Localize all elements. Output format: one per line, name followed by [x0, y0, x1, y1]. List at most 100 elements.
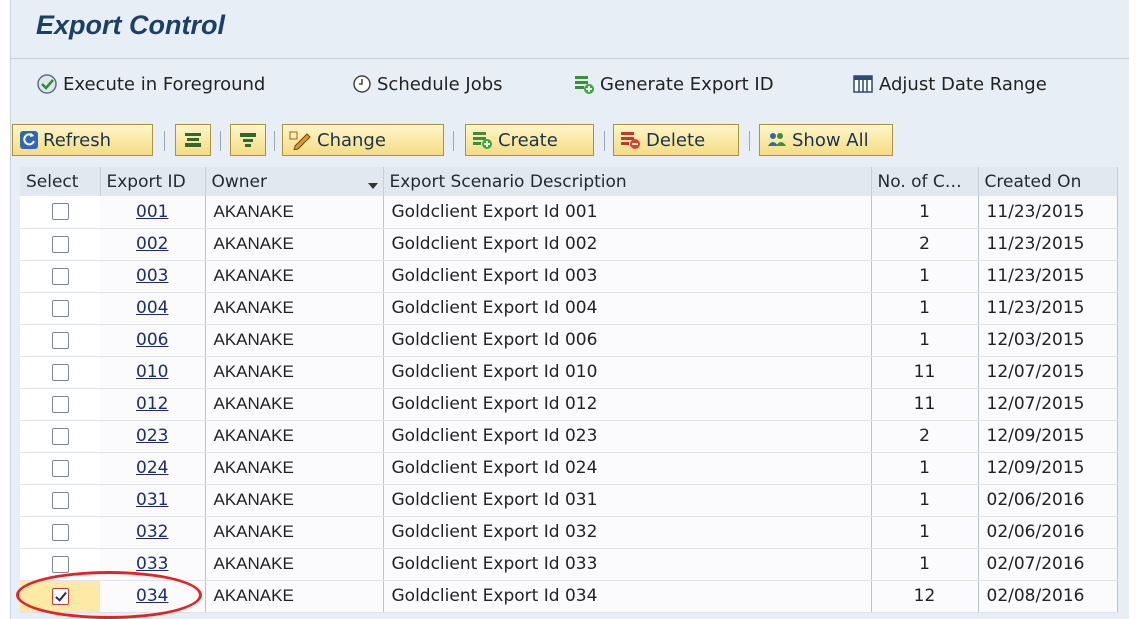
export-id-link[interactable]: 032: [136, 522, 168, 542]
export-id-link[interactable]: 006: [136, 330, 168, 350]
export-id-cell[interactable]: 004: [100, 292, 206, 325]
select-cell[interactable]: [20, 292, 100, 325]
select-cell[interactable]: [20, 260, 100, 293]
owner-cell: AKANAKE: [205, 548, 384, 581]
table-row[interactable]: 002 AKANAKE Goldclient Export Id 002 2 11/23…: [20, 228, 1118, 261]
created-on-cell: 11/23/2015: [978, 228, 1118, 261]
select-cell[interactable]: [20, 228, 100, 261]
generate-export-id-button[interactable]: Generate Export ID: [573, 70, 774, 98]
export-id-cell[interactable]: 012: [100, 388, 206, 421]
table-row[interactable]: 010 AKANAKE Goldclient Export Id 010 11 12/0…: [20, 356, 1118, 389]
row-select-checkbox[interactable]: [51, 331, 69, 349]
select-cell[interactable]: [20, 452, 100, 485]
export-id-cell[interactable]: 031: [100, 484, 206, 517]
export-id-cell[interactable]: 034: [100, 580, 206, 613]
export-id-cell[interactable]: 001: [100, 196, 206, 229]
export-id-link[interactable]: 010: [136, 362, 168, 382]
table-row[interactable]: 012 AKANAKE Goldclient Export Id 012 11 12/0…: [20, 388, 1118, 421]
export-id-link[interactable]: 001: [136, 202, 168, 222]
refresh-button[interactable]: Refresh: [12, 124, 153, 156]
export-id-cell[interactable]: 023: [100, 420, 206, 453]
export-id-link[interactable]: 003: [136, 266, 168, 286]
select-cell[interactable]: [20, 388, 100, 421]
export-id-link[interactable]: 002: [136, 234, 168, 254]
adjust-date-range-button[interactable]: Adjust Date Range: [852, 70, 1047, 98]
description-cell: Goldclient Export Id 012: [383, 388, 872, 421]
owner-cell: AKANAKE: [205, 516, 384, 549]
table-row[interactable]: 024 AKANAKE Goldclient Export Id 024 1 12/09…: [20, 452, 1118, 485]
export-id-link[interactable]: 033: [136, 554, 168, 574]
select-cell[interactable]: [20, 196, 100, 229]
show-all-button[interactable]: Show All: [759, 124, 893, 156]
export-id-cell[interactable]: 024: [100, 452, 206, 485]
users-icon: [768, 133, 786, 146]
header-description[interactable]: Export Scenario Description: [383, 167, 872, 196]
sort-ascending-button[interactable]: [175, 124, 211, 156]
export-id-cell[interactable]: 002: [100, 228, 206, 261]
export-id-cell[interactable]: 033: [100, 548, 206, 581]
export-id-link[interactable]: 034: [136, 586, 168, 606]
created-on-cell: 02/07/2016: [978, 548, 1118, 581]
row-select-checkbox[interactable]: [51, 459, 69, 477]
select-cell[interactable]: [20, 516, 100, 549]
row-select-checkbox[interactable]: [51, 203, 69, 221]
row-select-checkbox[interactable]: [51, 523, 69, 541]
export-id-link[interactable]: 012: [136, 394, 168, 414]
export-id-cell[interactable]: 006: [100, 324, 206, 357]
row-select-checkbox[interactable]: [51, 235, 69, 253]
column-layout-icon: [853, 75, 873, 93]
export-id-cell[interactable]: 032: [100, 516, 206, 549]
count-cell: 11: [871, 356, 979, 389]
filter-button[interactable]: [230, 124, 266, 156]
export-id-link[interactable]: 004: [136, 298, 168, 318]
row-select-checkbox[interactable]: [51, 587, 69, 605]
row-select-checkbox[interactable]: [51, 267, 69, 285]
table-row[interactable]: 023 AKANAKE Goldclient Export Id 023 2 12/09…: [20, 420, 1118, 453]
create-button[interactable]: Create: [465, 124, 594, 156]
table-row[interactable]: 004 AKANAKE Goldclient Export Id 004 1 11/23…: [20, 292, 1118, 325]
count-cell: 1: [871, 484, 979, 517]
header-export-id[interactable]: Export ID: [100, 167, 206, 196]
export-id-link[interactable]: 023: [136, 426, 168, 446]
export-id-cell[interactable]: 003: [100, 260, 206, 293]
select-cell[interactable]: [20, 324, 100, 357]
description-cell: Goldclient Export Id 002: [383, 228, 872, 261]
export-id-cell[interactable]: 010: [100, 356, 206, 389]
row-select-checkbox[interactable]: [51, 395, 69, 413]
select-cell[interactable]: [20, 548, 100, 581]
export-id-link[interactable]: 024: [136, 458, 168, 478]
schedule-jobs-button[interactable]: Schedule Jobs: [352, 70, 503, 98]
select-cell[interactable]: [20, 356, 100, 389]
change-button[interactable]: Change: [282, 124, 444, 156]
row-select-checkbox[interactable]: [51, 299, 69, 317]
table-row[interactable]: 032 AKANAKE Goldclient Export Id 032 1 02/06…: [20, 516, 1118, 549]
row-select-checkbox[interactable]: [51, 555, 69, 573]
table-row[interactable]: 003 AKANAKE Goldclient Export Id 003 1 11/23…: [20, 260, 1118, 293]
row-select-checkbox[interactable]: [51, 427, 69, 445]
table-row[interactable]: 033 AKANAKE Goldclient Export Id 033 1 02/07…: [20, 548, 1118, 581]
table-row[interactable]: 001 AKANAKE Goldclient Export Id 001 1 11/23…: [20, 196, 1118, 229]
header-created-on[interactable]: Created On: [978, 167, 1118, 196]
table-row[interactable]: 034 AKANAKE Goldclient Export Id 034 12 02/0…: [20, 580, 1118, 613]
header-select[interactable]: Select: [20, 167, 101, 196]
header-owner[interactable]: Owner: [205, 167, 384, 196]
select-cell[interactable]: [20, 580, 100, 613]
table-row[interactable]: 031 AKANAKE Goldclient Export Id 031 1 02/06…: [20, 484, 1118, 517]
execute-foreground-button[interactable]: Execute in Foreground: [36, 70, 265, 98]
table-row[interactable]: 006 AKANAKE Goldclient Export Id 006 1 12/03…: [20, 324, 1118, 357]
select-cell[interactable]: [20, 420, 100, 453]
schedule-jobs-label: Schedule Jobs: [377, 73, 503, 95]
row-select-checkbox[interactable]: [51, 363, 69, 381]
created-on-cell: 11/23/2015: [978, 196, 1118, 229]
select-cell[interactable]: [20, 484, 100, 517]
delete-button[interactable]: Delete: [613, 124, 739, 156]
toolbar-separator: [749, 131, 750, 151]
description-cell: Goldclient Export Id 004: [383, 292, 872, 325]
count-cell: 12: [871, 580, 979, 613]
row-select-checkbox[interactable]: [51, 491, 69, 509]
description-cell: Goldclient Export Id 010: [383, 356, 872, 389]
export-id-link[interactable]: 031: [136, 490, 168, 510]
header-count[interactable]: No. of C…: [871, 167, 979, 196]
description-cell: Goldclient Export Id 001: [383, 196, 872, 229]
description-cell: Goldclient Export Id 032: [383, 516, 872, 549]
